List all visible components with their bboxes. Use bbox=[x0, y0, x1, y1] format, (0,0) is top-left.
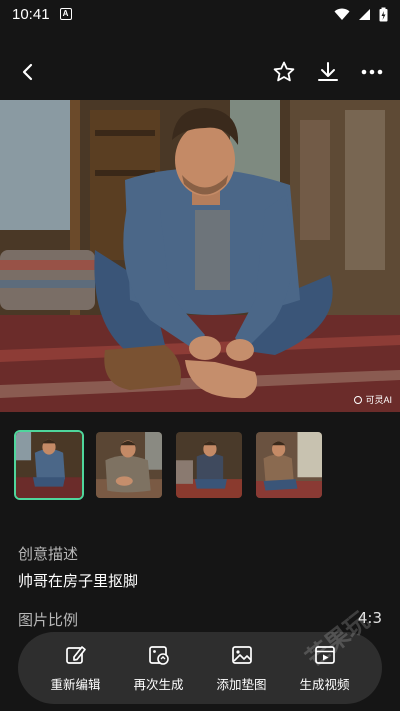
re-edit-label: 重新编辑 bbox=[50, 676, 101, 692]
ai-badge-text: 可灵AI bbox=[365, 395, 392, 405]
thumbnail-1[interactable] bbox=[14, 430, 84, 500]
status-icons bbox=[334, 7, 388, 22]
regenerate-button[interactable]: 再次生成 bbox=[124, 644, 194, 693]
thumbnail-3-image bbox=[176, 432, 242, 498]
thumbnail-4[interactable] bbox=[254, 430, 324, 500]
generate-video-label: 生成视频 bbox=[299, 676, 350, 692]
top-toolbar bbox=[0, 50, 400, 94]
thumbnail-2[interactable] bbox=[94, 430, 164, 500]
add-reference-image-label: 添加垫图 bbox=[216, 676, 267, 692]
star-icon bbox=[273, 61, 295, 82]
notification-icon: A bbox=[59, 8, 72, 20]
generated-image[interactable]: 可灵AI bbox=[0, 100, 400, 412]
ratio-label: 图片比例 bbox=[18, 611, 79, 629]
wifi-icon bbox=[334, 8, 350, 20]
favorite-button[interactable] bbox=[266, 54, 302, 90]
download-button[interactable] bbox=[310, 54, 346, 90]
thumbnail-1-image bbox=[16, 432, 82, 498]
description-label: 创意描述 bbox=[18, 545, 79, 563]
generated-image-illustration bbox=[0, 100, 400, 412]
more-button[interactable] bbox=[354, 54, 390, 90]
regenerate-label: 再次生成 bbox=[133, 676, 184, 692]
status-time: 10:41 bbox=[12, 5, 50, 23]
more-icon bbox=[361, 69, 383, 75]
status-bar: 10:41 A bbox=[0, 0, 400, 28]
thumbnail-2-image bbox=[96, 432, 162, 498]
download-icon bbox=[318, 62, 338, 81]
add-image-icon bbox=[231, 645, 252, 664]
back-button[interactable] bbox=[10, 54, 46, 90]
chevron-left-icon bbox=[22, 63, 33, 81]
description-value: 帅哥在房子里抠脚 bbox=[18, 572, 139, 590]
regenerate-icon bbox=[148, 645, 169, 665]
thumbnail-strip bbox=[14, 430, 324, 500]
ai-badge: 可灵AI bbox=[354, 393, 392, 406]
battery-icon bbox=[379, 7, 388, 21]
re-edit-button[interactable]: 重新编辑 bbox=[41, 644, 111, 693]
signal-icon bbox=[359, 8, 370, 20]
ai-logo-icon bbox=[354, 395, 363, 404]
thumbnail-3[interactable] bbox=[174, 430, 244, 500]
add-reference-image-button[interactable]: 添加垫图 bbox=[207, 644, 277, 693]
edit-icon bbox=[65, 645, 86, 664]
thumbnail-4-image bbox=[256, 432, 322, 498]
